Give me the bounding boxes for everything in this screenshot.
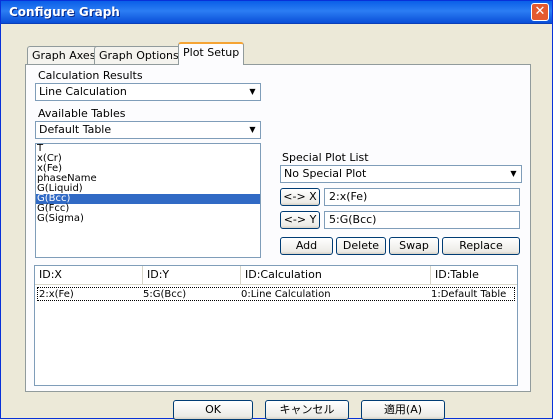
apply-button[interactable]: 適用(A) bbox=[361, 400, 445, 420]
special-plot-value: No Special Plot bbox=[284, 167, 367, 180]
assign-x-button[interactable]: <-> X bbox=[280, 188, 320, 206]
table-row[interactable]: 2:x(Fe) 5:G(Bcc) 0:Line Calculation 1:De… bbox=[37, 287, 515, 301]
list-item[interactable]: x(Cr) bbox=[36, 154, 260, 164]
chevron-down-icon[interactable]: ▼ bbox=[245, 84, 260, 100]
title-bar[interactable]: Configure Graph ✕ bbox=[1, 1, 552, 24]
available-tables-value: Default Table bbox=[39, 123, 112, 136]
table-cell-table: 1:Default Table bbox=[431, 289, 507, 300]
header-divider bbox=[35, 284, 517, 285]
special-plot-select[interactable]: No Special Plot ▼ bbox=[280, 165, 522, 183]
calculation-results-select[interactable]: Line Calculation ▼ bbox=[35, 83, 261, 101]
columns-listbox[interactable]: T x(Cr) x(Fe) phaseName G(Liquid) G(Bcc)… bbox=[35, 143, 261, 258]
available-tables-select[interactable]: Default Table ▼ bbox=[35, 121, 261, 139]
close-button[interactable]: ✕ bbox=[531, 3, 549, 21]
window-title: Configure Graph bbox=[9, 5, 120, 19]
chevron-down-icon[interactable]: ▼ bbox=[506, 166, 521, 182]
plot-list-table[interactable]: ID:X ID:Y ID:Calculation ID:Table 2:x(Fe… bbox=[34, 265, 518, 386]
list-item[interactable]: G(Sigma) bbox=[36, 214, 260, 224]
column-header-id-table[interactable]: ID:Table bbox=[431, 266, 517, 284]
ok-button[interactable]: OK bbox=[173, 400, 253, 420]
list-item-selected[interactable]: G(Bcc) bbox=[36, 194, 260, 204]
replace-button[interactable]: Replace bbox=[442, 237, 520, 255]
delete-button[interactable]: Delete bbox=[336, 237, 386, 255]
table-cell-x: 2:x(Fe) bbox=[39, 289, 74, 300]
swap-button[interactable]: Swap bbox=[389, 237, 439, 255]
assign-y-button[interactable]: <-> Y bbox=[280, 211, 320, 229]
configure-graph-dialog: Configure Graph ✕ Graph Axes Graph Optio… bbox=[0, 0, 553, 420]
calculation-results-value: Line Calculation bbox=[39, 85, 127, 98]
tab-plot-setup[interactable]: Plot Setup bbox=[178, 42, 245, 65]
available-tables-label: Available Tables bbox=[38, 107, 126, 120]
list-item[interactable]: T bbox=[36, 144, 260, 154]
x-column-field[interactable]: 2:x(Fe) bbox=[324, 188, 520, 206]
tab-plot-setup-label: Plot Setup bbox=[183, 46, 240, 59]
tab-graph-axes[interactable]: Graph Axes bbox=[27, 46, 101, 64]
close-icon: ✕ bbox=[534, 4, 546, 19]
tab-graph-options-label: Graph Options bbox=[99, 49, 179, 62]
chevron-down-icon[interactable]: ▼ bbox=[245, 122, 260, 138]
y-column-field[interactable]: 5:G(Bcc) bbox=[324, 211, 520, 229]
table-cell-calculation: 0:Line Calculation bbox=[241, 289, 331, 300]
tab-graph-options[interactable]: Graph Options bbox=[94, 46, 184, 64]
tab-graph-axes-label: Graph Axes bbox=[32, 49, 96, 62]
add-button[interactable]: Add bbox=[280, 237, 333, 255]
column-header-id-x[interactable]: ID:X bbox=[35, 266, 143, 284]
calculation-results-label: Calculation Results bbox=[38, 69, 143, 82]
cancel-button[interactable]: キャンセル bbox=[265, 400, 349, 420]
column-header-id-calculation[interactable]: ID:Calculation bbox=[241, 266, 431, 284]
special-plot-label: Special Plot List bbox=[282, 151, 369, 164]
column-header-id-y[interactable]: ID:Y bbox=[143, 266, 241, 284]
table-cell-y: 5:G(Bcc) bbox=[143, 289, 187, 300]
